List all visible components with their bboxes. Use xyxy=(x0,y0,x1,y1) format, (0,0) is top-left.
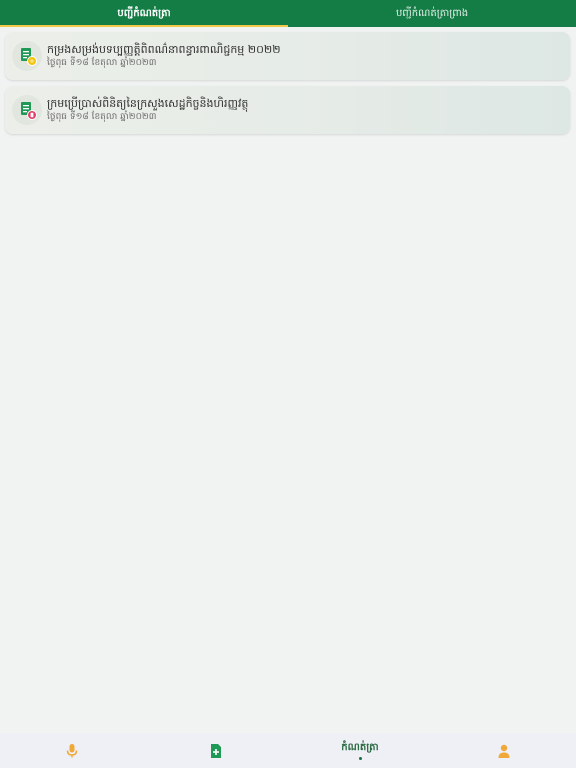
document-red-badge-icon xyxy=(12,95,42,125)
nav-add-document[interactable] xyxy=(144,733,288,768)
add-document-icon xyxy=(211,743,221,758)
record-date: ថ្ងៃពុធ ទី១៨ ខែតុលា ឆ្នាំ២០២៣ xyxy=(47,112,157,122)
active-tab-indicator xyxy=(0,25,288,27)
tab-records[interactable]: បញ្ជីកំណត់ត្រា xyxy=(0,0,288,27)
record-card[interactable]: កម្រងសម្រង់បទប្បញ្ញត្តិពិពណ៌នាពន្ធារពាណិ… xyxy=(5,32,570,80)
microphone-icon xyxy=(66,743,78,757)
active-nav-dot xyxy=(358,756,362,760)
nav-records[interactable]: កំណត់ត្រា xyxy=(288,733,432,768)
record-card[interactable]: ក្រមប្រើប្រាស់ពិនិត្យនៃក្រសួងសេដ្ឋកិច្ចន… xyxy=(5,86,570,134)
record-title: ក្រមប្រើប្រាស់ពិនិត្យនៃក្រសួងសេដ្ឋកិច្ចន… xyxy=(47,97,249,110)
profile-icon xyxy=(498,744,510,758)
tab-drafts-label: បញ្ជីកំណត់ត្រាព្រាង xyxy=(395,8,469,19)
record-date: ថ្ងៃពុធ ទី១៨ ខែតុលា ឆ្នាំ២០២៣ xyxy=(47,58,157,68)
record-list: កម្រងសម្រង់បទប្បញ្ញត្តិពិពណ៌នាពន្ធារពាណិ… xyxy=(5,32,570,140)
top-tab-bar: បញ្ជីកំណត់ត្រា បញ្ជីកំណត់ត្រាព្រាង xyxy=(0,0,576,27)
document-yellow-badge-icon xyxy=(12,41,42,71)
nav-records-label: កំណត់ត្រា xyxy=(341,741,379,753)
record-title: កម្រងសម្រង់បទប្បញ្ញត្តិពិពណ៌នាពន្ធារពាណិ… xyxy=(47,43,281,56)
bottom-navigation: កំណត់ត្រា xyxy=(0,733,576,768)
tab-drafts[interactable]: បញ្ជីកំណត់ត្រាព្រាង xyxy=(288,0,576,27)
tab-records-label: បញ្ជីកំណត់ត្រា xyxy=(117,8,171,19)
nav-profile[interactable] xyxy=(432,733,576,768)
nav-microphone[interactable] xyxy=(0,733,144,768)
